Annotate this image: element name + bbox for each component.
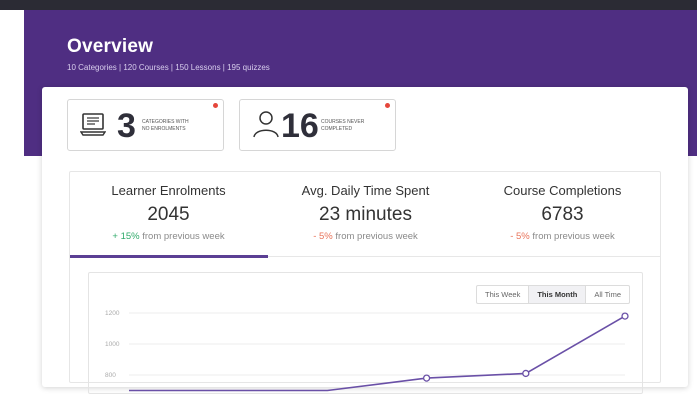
page-subtitle: 10 Categories | 120 Courses | 150 Lesson… bbox=[67, 63, 270, 72]
y-tick-label: 800 bbox=[105, 372, 116, 379]
data-point[interactable] bbox=[522, 369, 530, 378]
enrolments-line-chart: 1200 1000 800 bbox=[105, 310, 629, 392]
stat-label: CATEGORIES WITH NO ENROLMENTS bbox=[142, 119, 189, 132]
tab-delta: + 15% from previous week bbox=[112, 231, 225, 242]
overview-card: 3 CATEGORIES WITH NO ENROLMENTS 16 COURSE… bbox=[42, 87, 688, 394]
page-title: Overview bbox=[67, 36, 154, 57]
y-tick-label: 1200 bbox=[105, 310, 120, 317]
user-icon bbox=[253, 110, 279, 143]
tab-value: 2045 bbox=[147, 204, 190, 225]
alert-dot bbox=[213, 103, 218, 108]
metrics-panel: Learner Enrolments 2045 + 15% from previ… bbox=[69, 171, 661, 394]
tab-value: 6783 bbox=[541, 204, 584, 225]
active-tab-indicator bbox=[70, 255, 268, 258]
tab-learner-enrolments[interactable]: Learner Enrolments 2045 + 15% from previ… bbox=[70, 172, 267, 257]
tab-avg-daily-time[interactable]: Avg. Daily Time Spent 23 minutes - 5% fr… bbox=[267, 172, 464, 257]
data-point[interactable] bbox=[621, 312, 629, 320]
tab-delta: - 5% from previous week bbox=[313, 231, 418, 242]
stat-categories-no-enrolments[interactable]: 3 CATEGORIES WITH NO ENROLMENTS bbox=[67, 99, 224, 151]
computer-icon bbox=[79, 113, 107, 142]
alert-dot bbox=[385, 103, 390, 108]
tab-label: Avg. Daily Time Spent bbox=[301, 183, 430, 198]
stat-value: 16 bbox=[281, 107, 319, 145]
top-bar bbox=[0, 0, 697, 10]
stat-value: 3 bbox=[117, 107, 136, 145]
series-line bbox=[129, 315, 626, 392]
tab-delta: - 5% from previous week bbox=[510, 231, 615, 242]
tab-value: 23 minutes bbox=[319, 204, 412, 225]
tab-course-completions[interactable]: Course Completions 6783 - 5% from previo… bbox=[464, 172, 661, 257]
chart-container: This Week This Month All Time 1200 1000 80… bbox=[88, 272, 643, 394]
stat-label: COURSES NEVER COMPLETED bbox=[321, 119, 365, 132]
tab-label: Learner Enrolments bbox=[111, 183, 226, 198]
stat-courses-never-completed[interactable]: 16 COURSES NEVER COMPLETED bbox=[239, 99, 396, 151]
y-tick-label: 1000 bbox=[105, 341, 120, 348]
tab-label: Course Completions bbox=[503, 183, 622, 198]
data-point[interactable] bbox=[422, 374, 431, 382]
